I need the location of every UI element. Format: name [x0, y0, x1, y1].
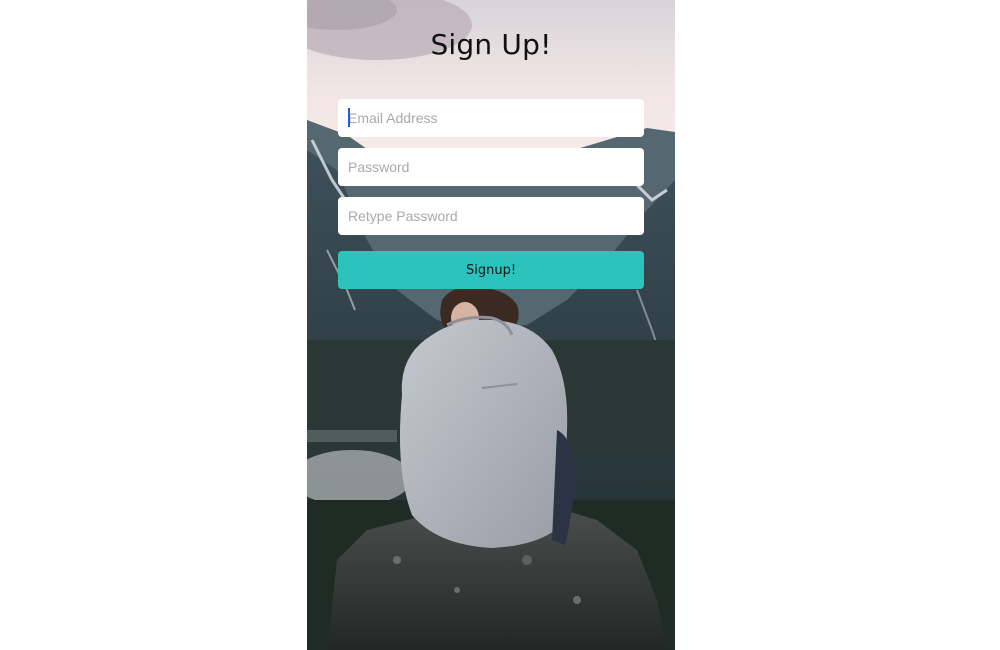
text-caret	[348, 108, 350, 127]
signup-screen: Sign Up! Signup!	[307, 0, 675, 650]
password-field[interactable]	[338, 148, 644, 186]
signup-button[interactable]: Signup!	[338, 251, 644, 289]
mountain-lake-photo-background	[307, 0, 675, 650]
page-title: Sign Up!	[430, 28, 552, 61]
retype-password-field[interactable]	[338, 197, 644, 235]
email-field[interactable]	[338, 99, 644, 137]
